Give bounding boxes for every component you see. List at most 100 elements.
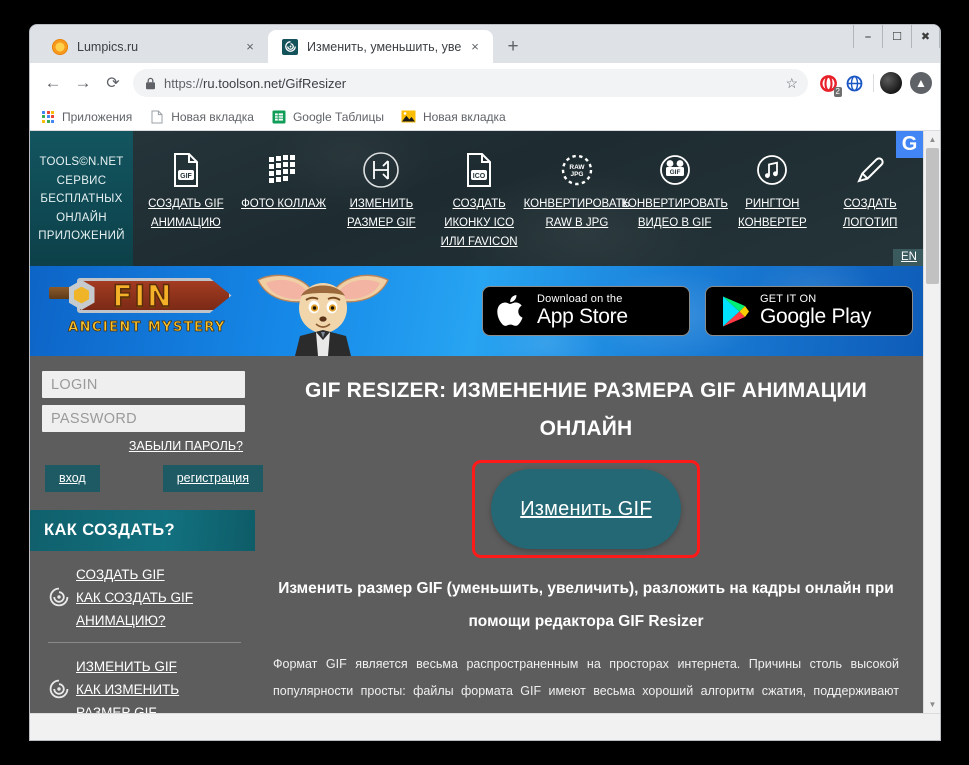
main-column: GIF RESIZER: ИЗМЕНЕНИЕ РАЗМЕРА GIF АНИМА…: [255, 356, 923, 713]
bookmark-label: Google Таблицы: [292, 109, 384, 124]
brand-line-5: ПРИЛОЖЕНИЙ: [38, 230, 125, 243]
password-input[interactable]: PASSWORD: [42, 405, 245, 432]
vertical-scrollbar[interactable]: ▲ ▼: [923, 131, 940, 713]
tab-title: Изменить, уменьшить, увеличит: [307, 39, 461, 54]
howto-link[interactable]: РАЗМЕР GIF: [76, 701, 179, 714]
sheets-icon: [271, 109, 287, 125]
language-switch-en[interactable]: EN: [893, 249, 923, 266]
nav-item-label: СОЗДАТЬ ИКОНКУ ICO ИЛИ FAVICON: [441, 195, 518, 252]
minimize-icon: ⎯: [865, 29, 871, 43]
nav-label-line-2: RAW В JPG: [545, 217, 609, 229]
resize-icon: [360, 149, 402, 191]
nav-item-create-gif[interactable]: GIF СОЗДАТЬ GIF АНИМАЦИЮ: [137, 139, 235, 266]
bookmark-label: Приложения: [62, 109, 133, 124]
opera-extension-icon[interactable]: 2: [815, 70, 842, 97]
globe-extension-icon[interactable]: [841, 70, 867, 96]
register-button[interactable]: регистрация: [162, 465, 263, 492]
google-g-icon[interactable]: G: [896, 131, 923, 158]
browser-tab-toolson[interactable]: Изменить, уменьшить, увеличит ×: [268, 30, 493, 63]
page-subtitle: Изменить размер GIF (уменьшить, увеличит…: [278, 580, 894, 630]
spiral-icon: [42, 586, 76, 608]
howto-link[interactable]: ИЗМЕНИТЬ GIF: [76, 655, 179, 678]
spiral-icon: [42, 678, 76, 700]
site-header: TOOLS©N.NET СЕРВИС БЕСПЛАТНЫХ ОНЛАЙН ПРИ…: [30, 131, 923, 266]
url-host-path: ru.toolson.net/GifResizer: [203, 75, 347, 91]
nav-label-line-2: ВИДЕО В GIF: [637, 217, 712, 229]
vertical-scrollbar-thumb[interactable]: [926, 148, 939, 284]
google-play-badge[interactable]: GET IT ON Google Play: [705, 286, 913, 336]
nav-item-create-logo[interactable]: СОЗДАТЬ ЛОГОТИП: [821, 139, 919, 266]
nav-label-line-1: СОЗДАТЬ: [452, 198, 506, 210]
maximize-button[interactable]: ☐: [882, 25, 911, 48]
login-button[interactable]: вход: [45, 465, 100, 492]
nav-label-line-3: ИЛИ FAVICON: [440, 236, 518, 248]
brand-line-4: ОНЛАЙН: [56, 211, 107, 224]
new-tab-button[interactable]: +: [499, 32, 527, 60]
howto-link[interactable]: АНИМАЦИЮ?: [76, 609, 193, 632]
update-arrow-icon[interactable]: ▲: [910, 72, 932, 94]
nav-item-label: СОЗДАТЬ ЛОГОТИП: [843, 195, 898, 233]
browser-window: Lumpics.ru × Изменить, уменьшить, увелич…: [30, 25, 940, 740]
avatar[interactable]: [880, 72, 902, 94]
promo-banner[interactable]: FIN ANCIENT MYSTERY Download on the App …: [30, 266, 923, 356]
minimize-button[interactable]: ⎯: [853, 25, 882, 48]
scroll-down-arrow-icon[interactable]: ▼: [924, 696, 940, 713]
bookmark-star-icon[interactable]: ☆: [785, 75, 798, 92]
bookmark-label: Новая вкладка: [422, 109, 506, 124]
resize-gif-button[interactable]: Изменить GIF: [491, 469, 681, 549]
nav-item-create-ico[interactable]: ICO СОЗДАТЬ ИКОНКУ ICO ИЛИ FAVICON: [430, 139, 528, 266]
nav-label-line-1: СОЗДАТЬ GIF: [148, 198, 224, 210]
site-logo[interactable]: TOOLS©N.NET СЕРВИС БЕСПЛАТНЫХ ОНЛАЙН ПРИ…: [30, 131, 133, 266]
nav-item-label: ИЗМЕНИТЬ РАЗМЕР GIF: [347, 195, 416, 233]
forward-button[interactable]: →: [68, 68, 98, 98]
howto-link[interactable]: СОЗДАТЬ GIF: [76, 563, 193, 586]
howto-section-header: КАК СОЗДАТЬ?: [30, 509, 255, 551]
login-input[interactable]: LOGIN: [42, 371, 245, 398]
howto-link[interactable]: КАК ИЗМЕНИТЬ: [76, 678, 179, 701]
collage-icon: [263, 149, 305, 191]
bookmark-apps[interactable]: Приложения: [40, 109, 132, 125]
close-icon[interactable]: ×: [242, 39, 258, 55]
nav-item-resize-gif[interactable]: ИЗМЕНИТЬ РАЗМЕР GIF: [333, 139, 431, 266]
app-store-small-label: Download on the: [537, 292, 623, 305]
nav-item-photo-collage[interactable]: ФОТО КОЛЛАЖ: [235, 139, 333, 266]
gif-file-icon: GIF: [165, 149, 207, 191]
bookmark-new-tab-1[interactable]: Новая вкладка: [149, 109, 254, 125]
nav-label-line-1: КОНВЕРТИРОВАТЬ: [621, 198, 728, 210]
close-icon[interactable]: ×: [467, 39, 483, 55]
nav-item-raw-to-jpg[interactable]: RAW JPG КОНВЕРТИРОВАТЬ RAW В JPG: [524, 139, 630, 266]
forgot-password-link[interactable]: ЗАБЫЛИ ПАРОЛЬ?: [42, 439, 243, 453]
nav-item-label: СОЗДАТЬ GIF АНИМАЦИЮ: [148, 195, 223, 233]
google-play-icon: [723, 296, 749, 326]
address-bar[interactable]: https://ru.toolson.net/GifResizer ☆: [133, 69, 808, 97]
howto-item-create-gif[interactable]: СОЗДАТЬ GIF КАК СОЗДАТЬ GIF АНИМАЦИЮ?: [42, 551, 245, 640]
app-store-badge[interactable]: Download on the App Store: [482, 286, 690, 336]
back-button[interactable]: ←: [38, 68, 68, 98]
nav-item-ringtone-converter[interactable]: РИНГТОН КОНВЕРТЕР: [724, 139, 822, 266]
game-title: FIN: [112, 278, 174, 314]
nav-item-label: ФОТО КОЛЛАЖ: [241, 195, 326, 214]
tab-title: Lumpics.ru: [77, 39, 139, 54]
video-gif-icon: GIF: [654, 149, 696, 191]
bookmark-new-tab-2[interactable]: Новая вкладка: [401, 109, 506, 125]
howto-links: ИЗМЕНИТЬ GIF КАК ИЗМЕНИТЬ РАЗМЕР GIF: [76, 655, 179, 714]
ico-file-icon: ICO: [458, 149, 500, 191]
page-icon: [149, 109, 165, 125]
game-logo: FIN ANCIENT MYSTERY: [48, 274, 242, 336]
game-subtitle: ANCIENT MYSTERY: [68, 320, 226, 336]
nav-item-video-to-gif[interactable]: GIF КОНВЕРТИРОВАТЬ ВИДЕО В GIF: [621, 139, 728, 266]
web-page: TOOLS©N.NET СЕРВИС БЕСПЛАТНЫХ ОНЛАЙН ПРИ…: [30, 131, 923, 713]
google-play-text: GET IT ON Google Play: [760, 293, 871, 329]
close-window-button[interactable]: ✖: [911, 25, 940, 48]
window-bottom-edge: [30, 728, 940, 740]
cta-wrapper: Изменить GIF: [273, 460, 899, 558]
brand-line-3: БЕСПЛАТНЫХ: [40, 193, 123, 206]
horizontal-scrollbar[interactable]: [30, 713, 940, 728]
howto-link[interactable]: КАК СОЗДАТЬ GIF: [76, 586, 193, 609]
browser-tab-lumpics[interactable]: Lumpics.ru ×: [38, 30, 268, 63]
url-scheme: https://: [164, 75, 204, 91]
howto-item-resize-gif[interactable]: ИЗМЕНИТЬ GIF КАК ИЗМЕНИТЬ РАЗМЕР GIF: [42, 643, 245, 714]
scroll-up-arrow-icon[interactable]: ▲: [924, 131, 940, 148]
bookmark-google-sheets[interactable]: Google Таблицы: [271, 109, 384, 125]
reload-button[interactable]: ⟳: [98, 68, 128, 98]
